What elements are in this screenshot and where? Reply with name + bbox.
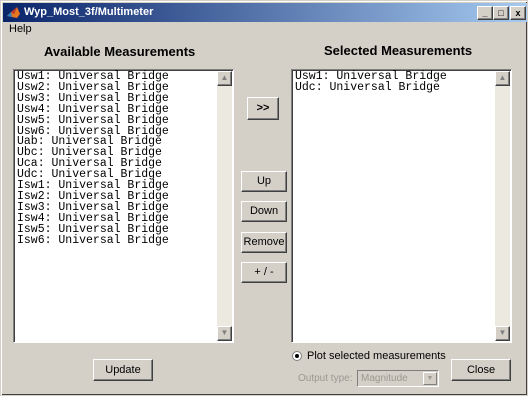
multimeter-window: Wyp_Most_3f/Multimeter _ □ x Help Availa… — [0, 0, 528, 396]
scroll-up-icon[interactable]: ▲ — [495, 71, 510, 86]
list-item[interactable]: Isw6: Universal Bridge — [17, 234, 215, 247]
output-type-label: Output type: — [298, 373, 353, 384]
close-window-button[interactable]: x — [510, 6, 526, 20]
menu-help[interactable]: Help — [9, 23, 32, 35]
move-up-button[interactable]: Up — [241, 171, 287, 192]
move-down-button[interactable]: Down — [241, 201, 287, 222]
title-bar[interactable]: Wyp_Most_3f/Multimeter _ □ x — [3, 3, 527, 22]
plot-selected-label[interactable]: Plot selected measurements — [307, 350, 446, 362]
maximize-button[interactable]: □ — [493, 6, 509, 20]
close-button[interactable]: Close — [451, 359, 511, 381]
window-title: Wyp_Most_3f/Multimeter — [24, 6, 154, 18]
output-type-select[interactable]: Magnitude ▼ — [357, 370, 439, 387]
add-measurement-button[interactable]: >> — [247, 97, 279, 120]
available-measurements-title: Available Measurements — [44, 44, 196, 59]
scroll-down-icon[interactable]: ▼ — [217, 326, 232, 341]
selected-items-container: Usw1: Universal Bridge Udc: Universal Bri… — [295, 71, 493, 94]
remove-button[interactable]: Remove — [241, 232, 287, 253]
menu-bar: Help — [3, 22, 527, 38]
selected-scrollbar[interactable]: ▲ ▼ — [495, 71, 510, 341]
available-measurements-list[interactable]: Usw1: Universal Bridge Usw2: Universal Br… — [13, 69, 234, 343]
matlab-logo-icon — [7, 7, 20, 18]
available-items-container: Usw1: Universal Bridge Usw2: Universal Br… — [17, 71, 215, 247]
available-scrollbar[interactable]: ▲ ▼ — [217, 71, 232, 341]
output-type-value: Magnitude — [361, 373, 408, 384]
list-item[interactable]: Udc: Universal Bridge — [295, 82, 493, 94]
scroll-up-icon[interactable]: ▲ — [217, 71, 232, 86]
selected-measurements-list[interactable]: Usw1: Universal Bridge Udc: Universal Bri… — [291, 69, 512, 343]
scroll-down-icon[interactable]: ▼ — [495, 326, 510, 341]
minimize-button[interactable]: _ — [477, 6, 493, 20]
update-button[interactable]: Update — [93, 359, 153, 381]
selected-measurements-title: Selected Measurements — [324, 43, 473, 58]
radio-selected-dot — [295, 354, 299, 358]
toggle-sign-button[interactable]: + / - — [241, 262, 287, 283]
plot-selected-radio[interactable] — [292, 351, 302, 361]
dropdown-arrow-icon[interactable]: ▼ — [423, 372, 437, 385]
